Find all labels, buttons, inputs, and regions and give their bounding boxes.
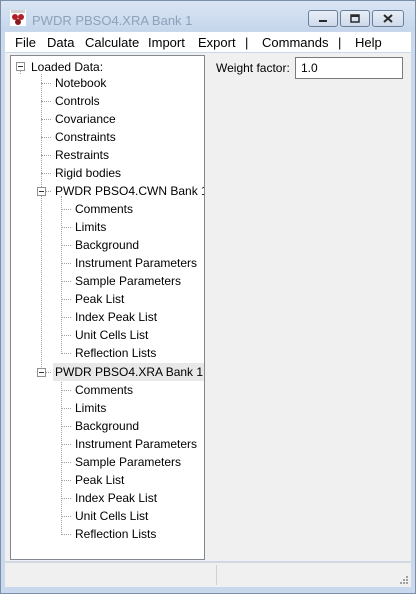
tree-connector — [46, 191, 51, 192]
tree-item-restraints[interactable]: Restraints — [53, 146, 111, 164]
weight-factor-label: Weight factor: — [216, 61, 290, 75]
tree-connector — [20, 71, 21, 74]
weight-factor-input[interactable] — [295, 57, 403, 79]
tree-connector — [41, 173, 51, 174]
tree-item-sample-params[interactable]: Sample Parameters — [73, 453, 183, 471]
tree-connector — [61, 245, 71, 246]
menu-separator: | — [245, 35, 249, 50]
tree-connector — [61, 227, 71, 228]
tree-histogram-cwn[interactable]: PWDR PBSO4.CWN Bank 1 — [53, 182, 204, 200]
tree-connector — [61, 377, 62, 535]
menu-commands[interactable]: Commands — [262, 35, 328, 50]
tree-item-limits[interactable]: Limits — [73, 218, 108, 236]
collapse-icon[interactable] — [16, 62, 25, 71]
resize-grip-icon[interactable] — [399, 575, 409, 585]
tree-item-background[interactable]: Background — [73, 236, 141, 254]
window-title: PWDR PBSO4.XRA Bank 1 — [32, 13, 193, 28]
tree-item-covariance[interactable]: Covariance — [53, 110, 118, 128]
tree-item-sample-params[interactable]: Sample Parameters — [73, 272, 183, 290]
tree-connector — [61, 426, 71, 427]
tree-item-reflection-lists[interactable]: Reflection Lists — [73, 525, 158, 543]
close-button[interactable] — [372, 10, 404, 27]
tree-item-constraints[interactable]: Constraints — [53, 128, 118, 146]
tree-connector — [61, 263, 71, 264]
menu-separator: | — [338, 35, 342, 50]
tree-item-comments[interactable]: Comments — [73, 200, 135, 218]
menu-data[interactable]: Data — [47, 35, 74, 50]
app-window: PWDR PBSO4.XRA Bank 1 File Data Calculat… — [0, 0, 416, 594]
tree-connector — [41, 83, 51, 84]
menu-file[interactable]: File — [15, 35, 36, 50]
tree-connector — [61, 408, 71, 409]
tree-connector — [61, 498, 71, 499]
tree-item-rigid-bodies[interactable]: Rigid bodies — [53, 164, 123, 182]
tree-connector — [61, 335, 71, 336]
tree-connector — [61, 480, 71, 481]
main-content: Loaded Data: Notebook Controls Covarianc… — [5, 53, 411, 561]
tree-connector — [61, 353, 71, 354]
tree-connector — [41, 119, 51, 120]
tree-item-reflection-lists[interactable]: Reflection Lists — [73, 344, 158, 362]
minimize-button[interactable] — [308, 10, 338, 27]
menu-calculate[interactable]: Calculate — [85, 35, 139, 50]
close-icon — [383, 14, 393, 23]
maximize-icon — [350, 14, 360, 23]
tree-connector — [61, 281, 71, 282]
tree-connector — [41, 137, 51, 138]
menu-bar: File Data Calculate Import Export | Comm… — [5, 32, 411, 52]
status-bar — [5, 562, 411, 587]
menu-import[interactable]: Import — [148, 35, 185, 50]
tree-item-index-peak-list[interactable]: Index Peak List — [73, 489, 159, 507]
tree-connector — [61, 317, 71, 318]
tree-connector — [41, 101, 51, 102]
collapse-icon[interactable] — [37, 187, 46, 196]
tree-connector — [61, 462, 71, 463]
tree-item-unit-cells-list[interactable]: Unit Cells List — [73, 326, 150, 344]
tree-item-notebook[interactable]: Notebook — [53, 74, 108, 92]
maximize-button[interactable] — [340, 10, 370, 27]
tree-item-peak-list[interactable]: Peak List — [73, 290, 126, 308]
gsas-app-icon — [10, 10, 26, 26]
tree-item-instrument-params[interactable]: Instrument Parameters — [73, 254, 199, 272]
tree-item-instrument-params[interactable]: Instrument Parameters — [73, 435, 199, 453]
tree-connector — [61, 534, 71, 535]
tree-connector — [61, 196, 62, 354]
data-tree[interactable]: Loaded Data: Notebook Controls Covarianc… — [10, 55, 205, 560]
tree-item-background[interactable]: Background — [73, 417, 141, 435]
menu-help[interactable]: Help — [355, 35, 382, 50]
tree-connector — [46, 372, 51, 373]
tree-connector — [41, 155, 51, 156]
tree-item-unit-cells-list[interactable]: Unit Cells List — [73, 507, 150, 525]
tree-connector — [61, 390, 71, 391]
menu-export[interactable]: Export — [198, 35, 236, 50]
tree-item-controls[interactable]: Controls — [53, 92, 102, 110]
tree-histogram-xra[interactable]: PWDR PBSO4.XRA Bank 1 — [53, 363, 204, 381]
tree-item-comments[interactable]: Comments — [73, 381, 135, 399]
collapse-icon[interactable] — [37, 368, 46, 377]
minimize-icon — [319, 19, 327, 22]
title-bar[interactable]: PWDR PBSO4.XRA Bank 1 — [1, 1, 415, 31]
tree-connector — [61, 444, 71, 445]
tree-item-index-peak-list[interactable]: Index Peak List — [73, 308, 159, 326]
tree-connector — [61, 299, 71, 300]
tree-connector — [61, 209, 71, 210]
tree-item-peak-list[interactable]: Peak List — [73, 471, 126, 489]
tree-item-limits[interactable]: Limits — [73, 399, 108, 417]
status-divider — [216, 565, 217, 585]
tree-connector — [61, 516, 71, 517]
